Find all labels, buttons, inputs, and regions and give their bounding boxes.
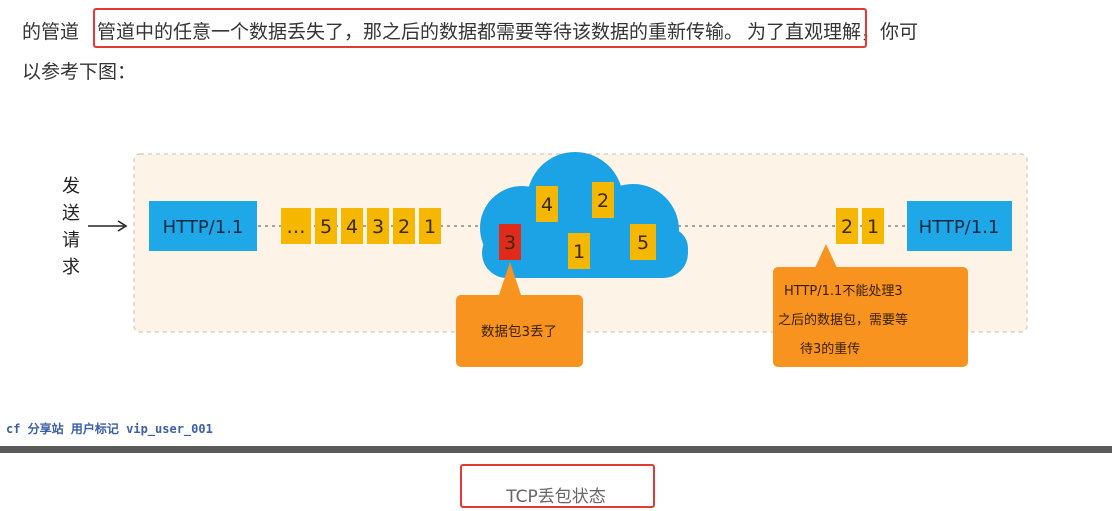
side-label-char-2: 请: [62, 230, 80, 251]
queue-packet-2-label: 2: [398, 216, 410, 238]
right-http-label: HTTP/1.1: [919, 217, 1000, 238]
left-http-label: HTTP/1.1: [163, 217, 244, 238]
line1-prefix: 的管道: [22, 21, 80, 43]
queue-packet-ellipsis-label: …: [287, 216, 306, 238]
watermark-text: cf 分享站 用户标记 vip_user_001: [6, 422, 213, 436]
caption-annotation-box: [460, 464, 655, 508]
cloud-packet-1-label: 1: [573, 241, 585, 263]
side-label-char-1: 送: [62, 203, 80, 224]
paragraph-line-2: 以参考下图：: [22, 61, 137, 83]
cloud-packet-4-label: 4: [541, 194, 553, 216]
callout-lost-text: 数据包3丢了: [481, 324, 557, 340]
queue-packet-3-label: 3: [372, 216, 384, 238]
queue-packet-5-label: 5: [320, 216, 332, 238]
queue-packet-1-label: 1: [424, 216, 436, 238]
callout-wait-line-3: 待3的重传: [800, 341, 860, 357]
received-packet-2-label: 2: [841, 216, 853, 238]
cloud-packet-3-label: 3: [504, 232, 516, 254]
side-label-char-0: 发: [62, 176, 80, 197]
callout-wait-line-1: HTTP/1.1不能处理3: [784, 284, 903, 299]
queue-packet-4-label: 4: [346, 216, 358, 238]
cloud-packet-5-label: 5: [637, 232, 649, 254]
cloud-packet-2-label: 2: [597, 190, 609, 212]
section-divider: [0, 446, 1112, 453]
callout-wait-line-2: 之后的数据包，需要等: [778, 312, 908, 328]
received-packet-1-label: 1: [867, 216, 879, 238]
side-label-char-3: 求: [62, 257, 80, 278]
tcp-loss-diagram: 发 送 请 求 HTTP/1.1 … 5 4 3 2 1 4 2 3 1 5 2…: [62, 152, 1028, 367]
highlight-annotation-box: [93, 8, 867, 48]
